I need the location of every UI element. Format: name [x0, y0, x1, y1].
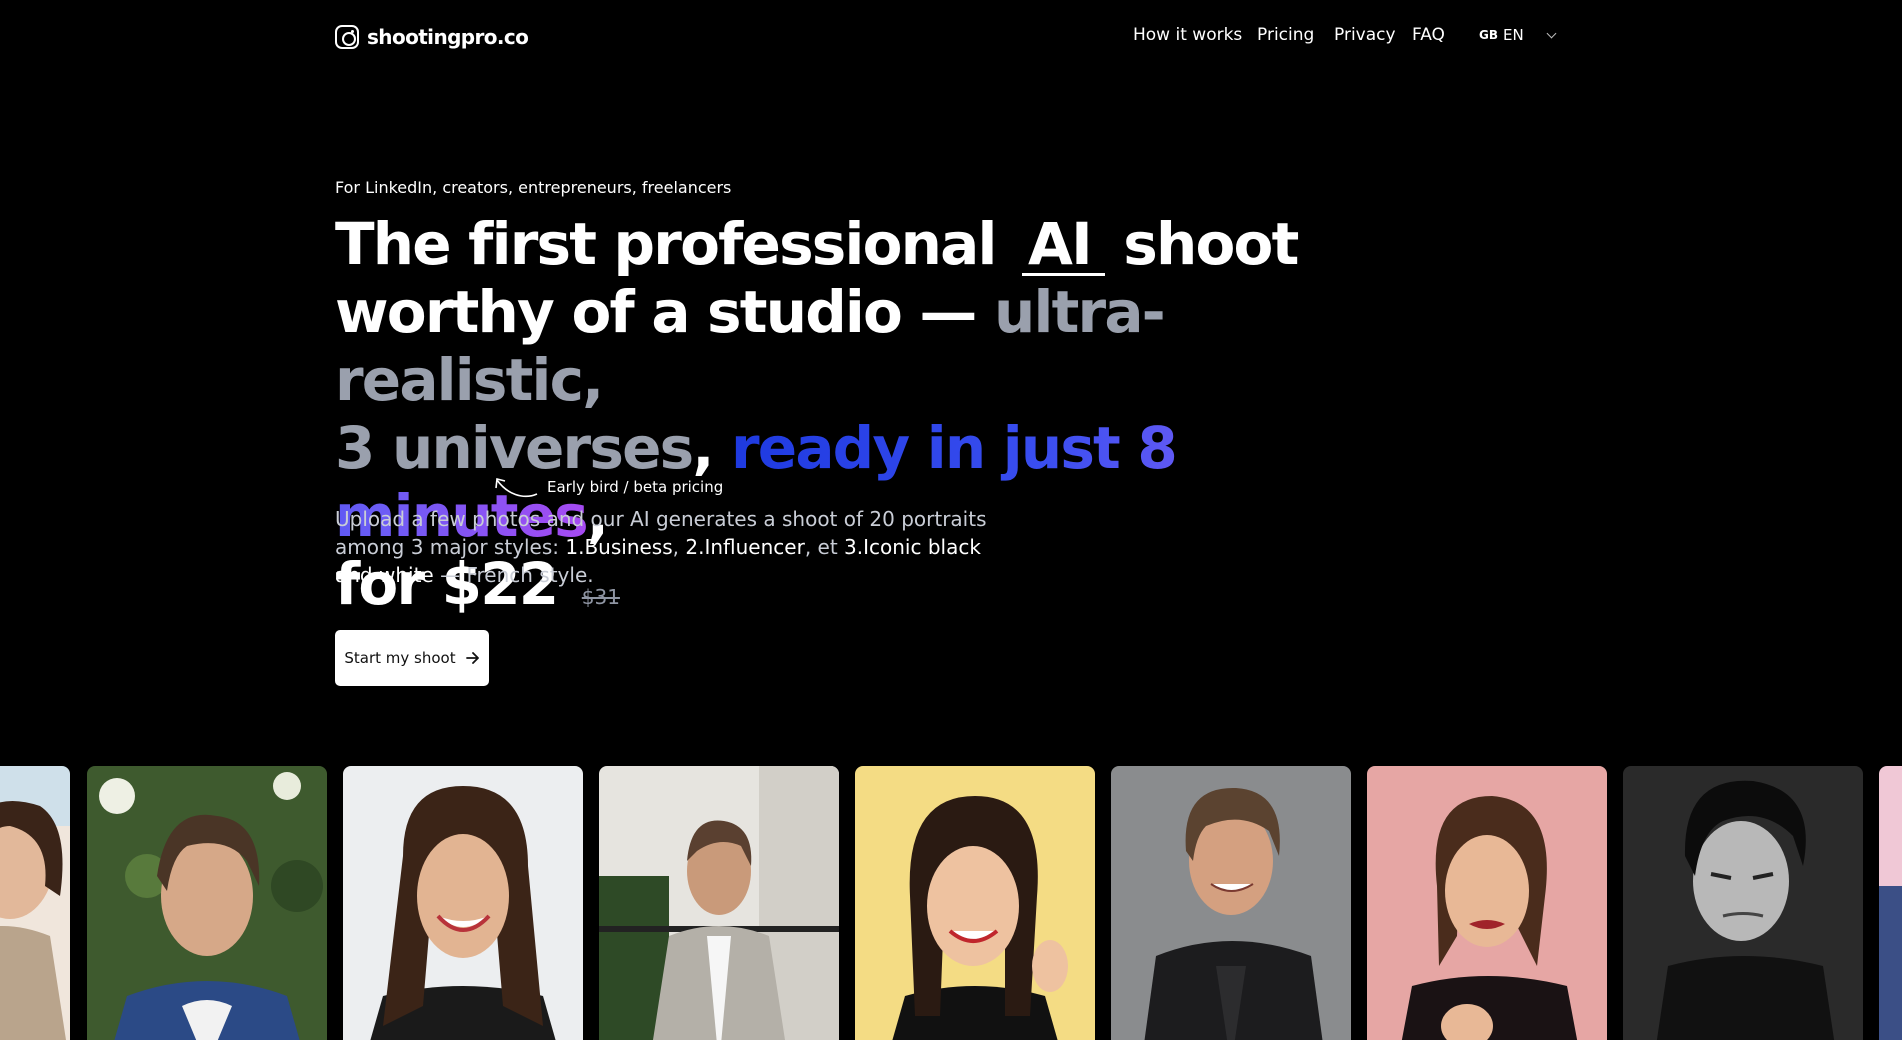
- nav-pricing[interactable]: Pricing: [1257, 25, 1314, 45]
- portrait-card[interactable]: [1111, 766, 1351, 1040]
- flag-gb-icon: GB: [1479, 28, 1498, 42]
- nav-how-it-works[interactable]: How it works: [1133, 25, 1242, 45]
- portrait-image: [87, 766, 327, 1040]
- portrait-card[interactable]: [343, 766, 583, 1040]
- headline-comma1: ,: [692, 414, 714, 482]
- description-sep: ,: [672, 535, 686, 559]
- description-text: — French style.: [433, 563, 594, 587]
- headline-ai-underlined: AI: [1014, 210, 1105, 278]
- portrait-card[interactable]: [855, 766, 1095, 1040]
- nav-faq[interactable]: FAQ: [1412, 25, 1445, 45]
- chevron-down-icon: [1546, 28, 1557, 38]
- portrait-card[interactable]: [0, 766, 70, 1040]
- portrait-card[interactable]: [1367, 766, 1607, 1040]
- portrait-image: [343, 766, 583, 1040]
- hero-tagline: For LinkedIn, creators, entrepreneurs, f…: [335, 178, 732, 197]
- early-bird-text: Early bird / beta pricing: [547, 478, 724, 496]
- language-code: EN: [1503, 26, 1524, 44]
- cta-label: Start my shoot: [344, 649, 456, 667]
- curved-arrow-icon: [495, 478, 538, 498]
- start-shoot-button[interactable]: Start my shoot: [335, 630, 489, 686]
- style-influencer: 2.Influencer: [685, 535, 805, 559]
- site-header: shootingpro.co How it works Pricing Priv…: [0, 0, 1902, 74]
- portrait-card[interactable]: [1623, 766, 1863, 1040]
- portrait-card[interactable]: [1879, 766, 1902, 1040]
- portrait-card[interactable]: [599, 766, 839, 1040]
- headline-muted2: 3 universes: [335, 414, 694, 482]
- portrait-image: [1879, 766, 1902, 1040]
- portrait-card[interactable]: [87, 766, 327, 1040]
- description-sep: , et: [804, 535, 845, 559]
- portrait-image: [599, 766, 839, 1040]
- hero-description: Upload a few photos and our AI generates…: [335, 505, 995, 589]
- portrait-image: [1623, 766, 1863, 1040]
- landing-page: shootingpro.co How it works Pricing Priv…: [0, 0, 1902, 1040]
- arrow-right-icon: [465, 652, 479, 664]
- portrait-image: [855, 766, 1095, 1040]
- headline-part3: worthy of a studio —: [335, 278, 977, 346]
- main-nav: How it works Pricing Privacy FAQ GB EN: [0, 25, 1902, 49]
- headline-part1: The first professional: [335, 210, 997, 278]
- nav-privacy[interactable]: Privacy: [1334, 25, 1396, 45]
- early-bird-note: Early bird / beta pricing: [493, 474, 723, 500]
- portrait-gallery: [0, 766, 1902, 1040]
- style-business: 1.Business: [565, 535, 673, 559]
- language-selector[interactable]: GB EN: [1479, 26, 1557, 44]
- portrait-image: [1367, 766, 1607, 1040]
- portrait-image: [1111, 766, 1351, 1040]
- portrait-image: [0, 766, 70, 1040]
- headline-part2: shoot: [1123, 210, 1299, 278]
